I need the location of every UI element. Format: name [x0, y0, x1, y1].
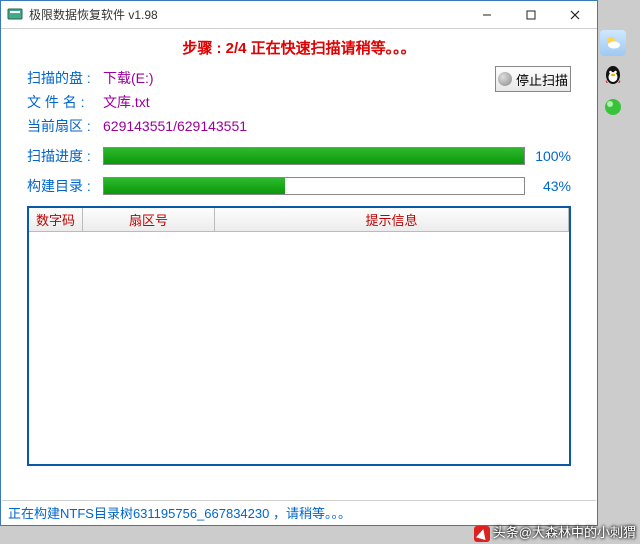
disk-row: 扫描的盘 : 下载(E:) 停止扫描	[27, 68, 571, 88]
watermark-logo-icon	[474, 526, 490, 542]
sector-value: 629143551/629143551	[103, 118, 247, 134]
scan-progress-label: 扫描进度 :	[27, 146, 103, 166]
table-col-sector[interactable]: 扇区号	[83, 208, 215, 232]
table-col-code[interactable]: 数字码	[29, 208, 83, 232]
build-progress-pct: 43%	[525, 178, 571, 194]
app-icon	[7, 7, 23, 23]
file-label: 文 件 名 :	[27, 92, 103, 112]
qq-icon[interactable]	[600, 62, 626, 88]
disk-value: 下载(E:)	[103, 68, 154, 88]
watermark: 头条@大森林中的小刺猬	[474, 522, 636, 542]
scan-progress-bar	[103, 147, 525, 165]
file-row: 文 件 名 : 文库.txt	[27, 92, 571, 112]
sector-row: 当前扇区 : 629143551/629143551	[27, 116, 571, 136]
titlebar: 极限数据恢复软件 v1.98	[1, 1, 597, 29]
window-controls	[465, 2, 597, 28]
minimize-button[interactable]	[465, 2, 509, 28]
step-banner: 步骤 : 2/4 正在快速扫描请稍等。。。	[1, 29, 597, 64]
scan-progress-fill	[104, 148, 524, 164]
green-ball-icon[interactable]	[600, 94, 626, 120]
maximize-button[interactable]	[509, 2, 553, 28]
table-header: 数字码 扇区号 提示信息	[29, 208, 569, 232]
build-progress-row: 构建目录 : 43%	[27, 176, 571, 196]
content-area: 扫描的盘 : 下载(E:) 停止扫描 文 件 名 : 文库.txt 当前扇区 :…	[1, 68, 597, 466]
build-progress-bar	[103, 177, 525, 195]
weather-icon[interactable]	[600, 30, 626, 56]
scan-progress-pct: 100%	[525, 148, 571, 164]
close-button[interactable]	[553, 2, 597, 28]
file-value: 文库.txt	[103, 92, 150, 112]
app-window: 极限数据恢复软件 v1.98 步骤 : 2/4 正在快速扫描请稍等。。。 扫描的…	[0, 0, 598, 526]
scan-progress-row: 扫描进度 : 100%	[27, 146, 571, 166]
build-progress-fill	[104, 178, 285, 194]
stop-scan-button[interactable]: 停止扫描	[495, 66, 571, 92]
status-text: 正在构建NTFS目录树631195756_667834230 ，请稍等。。。	[8, 503, 351, 522]
results-table: 数字码 扇区号 提示信息	[27, 206, 571, 466]
right-dock	[600, 30, 630, 120]
window-title: 极限数据恢复软件 v1.98	[29, 6, 465, 23]
disk-label: 扫描的盘 :	[27, 68, 103, 88]
table-col-message[interactable]: 提示信息	[215, 208, 569, 232]
watermark-text: 头条@大森林中的小刺猬	[493, 525, 636, 540]
sector-label: 当前扇区 :	[27, 116, 103, 136]
status-bar: 正在构建NTFS目录树631195756_667834230 ，请稍等。。。	[2, 500, 596, 524]
build-progress-label: 构建目录 :	[27, 176, 103, 196]
stop-icon	[498, 72, 512, 86]
stop-button-label: 停止扫描	[516, 70, 568, 89]
